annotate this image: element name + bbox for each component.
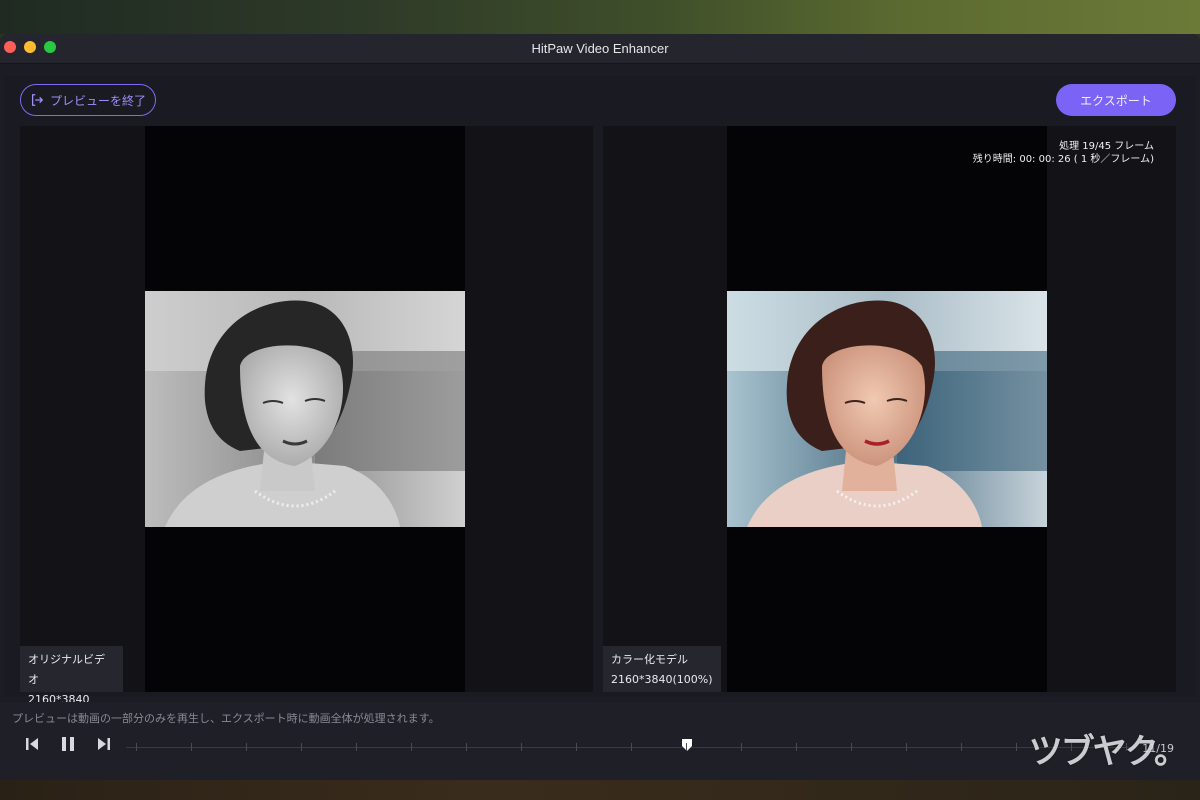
export-button[interactable]: エクスポート bbox=[1056, 84, 1176, 116]
desktop-background bbox=[0, 0, 1200, 34]
timeline-tick bbox=[246, 743, 247, 751]
colorized-portrait-image bbox=[727, 291, 1047, 527]
exit-preview-button[interactable]: プレビューを終了 bbox=[20, 84, 156, 116]
timeline-tick bbox=[741, 743, 742, 751]
colorized-video-panel: 処理 19/45 フレーム 残り時間: 00: 00: 26 ( 1 秒／フレー… bbox=[603, 126, 1176, 692]
titlebar: HitPaw Video Enhancer bbox=[0, 34, 1200, 64]
timeline-tick bbox=[301, 743, 302, 751]
timeline-tick bbox=[961, 743, 962, 751]
window-title: HitPaw Video Enhancer bbox=[531, 41, 669, 56]
playback-bar: プレビューは動画の一部分のみを再生し、エクスポート時に動画全体が処理されます。 bbox=[0, 702, 1200, 780]
app-window: HitPaw Video Enhancer プレビューを終了 エクスポート オリ… bbox=[0, 34, 1200, 780]
timeline-tick bbox=[411, 743, 412, 751]
remaining-time: 残り時間: 00: 00: 26 ( 1 秒／フレーム) bbox=[972, 154, 1154, 165]
timeline-tick bbox=[631, 743, 632, 751]
timeline-scrubber[interactable] bbox=[126, 738, 1136, 758]
playback-controls bbox=[22, 734, 114, 754]
timeline-tick bbox=[576, 743, 577, 751]
preview-notice: プレビューは動画の一部分のみを再生し、エクスポート時に動画全体が処理されます。 bbox=[12, 712, 440, 725]
preview-area: プレビューを終了 エクスポート オリジナルビデオ 2160*3840 処理 19… bbox=[4, 76, 1196, 706]
close-window-button[interactable] bbox=[4, 41, 16, 53]
step-back-icon bbox=[26, 738, 38, 750]
colorized-video-caption: カラー化モデル 2160*3840(100%) bbox=[603, 646, 721, 692]
timeline-tick bbox=[356, 743, 357, 751]
pause-button[interactable] bbox=[58, 734, 78, 754]
processing-frames: 処理 19/45 フレーム bbox=[1059, 141, 1154, 152]
previous-frame-button[interactable] bbox=[22, 734, 42, 754]
original-video-caption: オリジナルビデオ 2160*3840 bbox=[20, 646, 123, 706]
next-frame-button[interactable] bbox=[94, 734, 114, 754]
original-video-frame bbox=[145, 126, 465, 692]
processing-progress: 処理 19/45 フレーム 残り時間: 00: 00: 26 ( 1 秒／フレー… bbox=[973, 140, 1154, 166]
original-video-image bbox=[145, 291, 465, 527]
pause-icon bbox=[62, 737, 74, 751]
step-forward-icon bbox=[98, 738, 110, 750]
timeline-tick bbox=[521, 743, 522, 751]
desktop-background-bottom bbox=[0, 778, 1200, 800]
colorized-video-frame bbox=[727, 126, 1047, 692]
timeline-tick bbox=[851, 743, 852, 751]
grayscale-portrait-image bbox=[145, 291, 465, 527]
timeline-tick bbox=[466, 743, 467, 751]
original-video-title: オリジナルビデオ bbox=[28, 653, 105, 686]
timeline-tick bbox=[796, 743, 797, 751]
timeline-tick bbox=[1016, 743, 1017, 751]
exit-preview-label: プレビューを終了 bbox=[49, 93, 146, 108]
watermark-logo: ツブヤク。 bbox=[1028, 732, 1188, 772]
colorized-video-image bbox=[727, 291, 1047, 527]
minimize-window-button[interactable] bbox=[24, 41, 36, 53]
timeline-tick bbox=[686, 743, 687, 751]
original-video-panel: オリジナルビデオ 2160*3840 bbox=[20, 126, 593, 706]
colorized-model-title: カラー化モデル bbox=[611, 653, 688, 666]
window-controls bbox=[4, 41, 56, 53]
playhead-handle[interactable] bbox=[681, 738, 693, 752]
exit-icon bbox=[31, 94, 44, 106]
timeline-tick bbox=[906, 743, 907, 751]
maximize-window-button[interactable] bbox=[44, 41, 56, 53]
colorized-video-resolution: 2160*3840(100%) bbox=[611, 673, 713, 686]
timeline-tick bbox=[191, 743, 192, 751]
timeline-tick bbox=[136, 743, 137, 751]
